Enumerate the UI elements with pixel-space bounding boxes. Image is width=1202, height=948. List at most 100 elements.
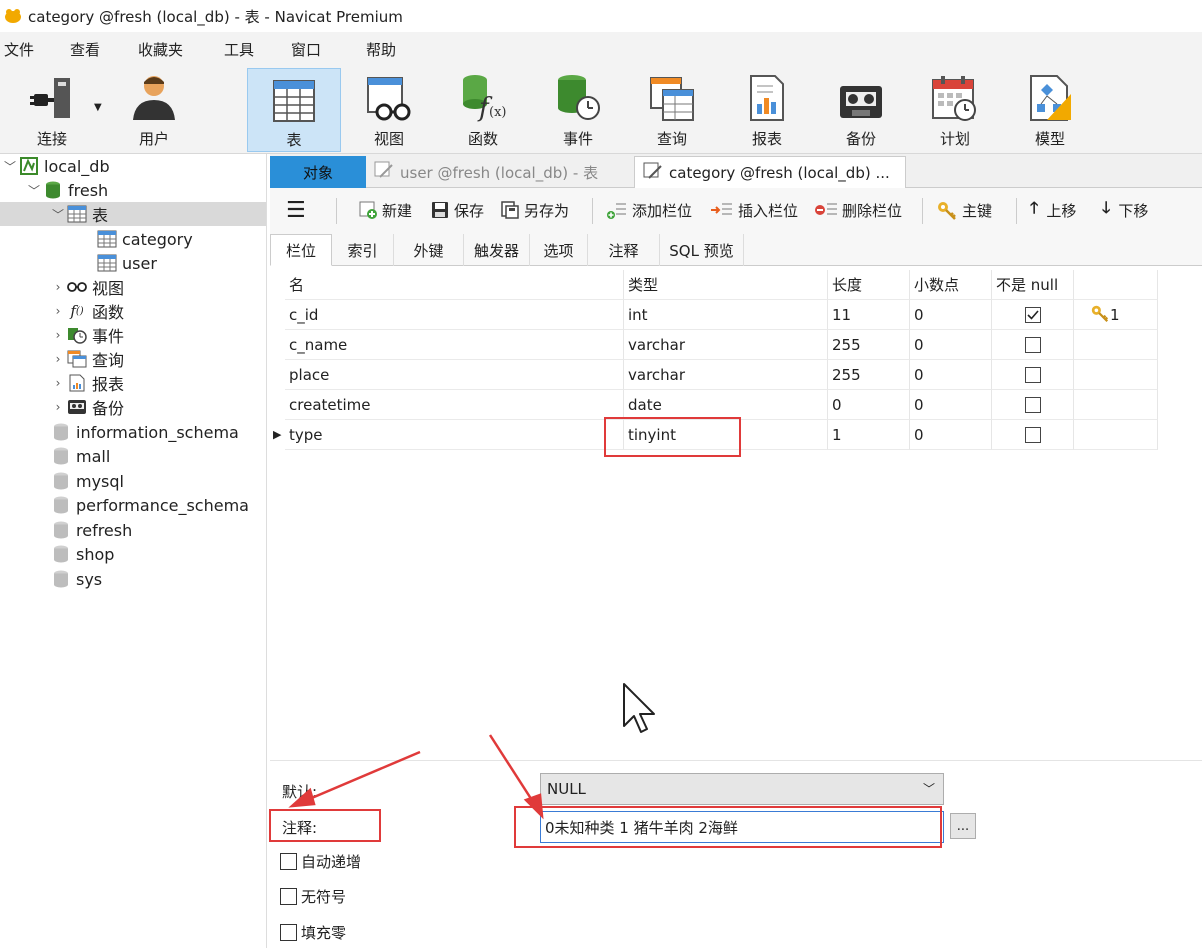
menu-tools[interactable]: 工具 — [224, 39, 254, 60]
not-null-checkbox[interactable] — [1024, 336, 1041, 353]
expand-chevron-icon[interactable]: › — [50, 328, 66, 342]
cell-length[interactable]: 0 — [828, 390, 910, 420]
function-button[interactable]: f (x) 函数 — [452, 68, 514, 152]
menu-file[interactable]: 文件 — [4, 39, 34, 60]
tree-table-category[interactable]: category — [96, 227, 193, 251]
not-null-checkbox[interactable] — [1024, 366, 1041, 383]
cell-name[interactable]: createtime — [285, 390, 624, 420]
tree-node-reports[interactable]: › 报表 — [50, 371, 124, 395]
not-null-checkbox-checked[interactable] — [1024, 306, 1041, 323]
cell-decimals[interactable]: 0 — [910, 330, 992, 360]
menu-hamburger-icon[interactable]: ☰ — [286, 188, 306, 232]
checkbox[interactable] — [280, 888, 297, 905]
cell-name[interactable]: c_id — [285, 300, 624, 330]
cell-length[interactable]: 255 — [828, 360, 910, 390]
backup-button[interactable]: 备份 — [830, 68, 892, 152]
menu-view[interactable]: 查看 — [70, 39, 100, 60]
expand-chevron-icon[interactable]: › — [50, 304, 66, 318]
cell-type[interactable]: varchar — [624, 330, 828, 360]
connect-button[interactable]: 连接 — [22, 68, 82, 152]
event-button[interactable]: 事件 — [547, 68, 609, 152]
tab-sql-preview[interactable]: SQL 预览 — [660, 234, 744, 266]
save-as-button[interactable]: 另存为 — [500, 188, 569, 232]
collapse-chevron-icon[interactable]: ﹀ — [26, 182, 42, 199]
tab-options[interactable]: 选项 — [530, 234, 588, 266]
schedule-button[interactable]: 计划 — [924, 68, 986, 152]
menu-favorites[interactable]: 收藏夹 — [138, 39, 183, 60]
tree-node-tables[interactable]: ﹀ 表 — [0, 202, 266, 226]
tree-db-fresh[interactable]: ﹀ fresh — [26, 178, 108, 202]
checkbox[interactable] — [280, 924, 297, 941]
cell-decimals[interactable]: 0 — [910, 420, 992, 450]
tree-db-information-schema[interactable]: information_schema — [50, 420, 239, 444]
column-header-name[interactable]: 名 — [285, 270, 624, 300]
not-null-checkbox[interactable] — [1024, 426, 1041, 443]
unsigned-checkbox[interactable]: 无符号 — [280, 886, 346, 907]
comment-ellipsis-button[interactable]: ... — [950, 813, 976, 839]
cell-not-null[interactable] — [992, 390, 1074, 420]
zerofill-checkbox[interactable]: 填充零 — [280, 922, 346, 943]
collapse-chevron-icon[interactable]: ﹀ — [2, 158, 18, 175]
tree-node-queries[interactable]: › 查询 — [50, 347, 124, 371]
cell-length[interactable]: 11 — [828, 300, 910, 330]
table-row[interactable]: c_id int 11 0 1 — [270, 300, 1158, 330]
cell-name[interactable]: c_name — [285, 330, 624, 360]
connect-dropdown-icon[interactable]: ▼ — [94, 102, 102, 113]
tab-objects[interactable]: 对象 — [270, 156, 366, 188]
model-button[interactable]: 模型 — [1019, 68, 1081, 152]
tree-db-performance-schema[interactable]: performance_schema — [50, 493, 249, 517]
cell-not-null[interactable] — [992, 330, 1074, 360]
column-header-not-null[interactable]: 不是 null — [992, 270, 1074, 300]
cell-not-null[interactable] — [992, 300, 1074, 330]
column-header-type[interactable]: 类型 — [624, 270, 828, 300]
cell-not-null[interactable] — [992, 360, 1074, 390]
cell-name[interactable]: type — [285, 420, 624, 450]
save-button[interactable]: 保存 — [430, 188, 484, 232]
table-row[interactable]: place varchar 255 0 — [270, 360, 1158, 390]
menu-help[interactable]: 帮助 — [366, 39, 396, 60]
primary-key-button[interactable]: 主键 — [936, 188, 992, 232]
tree-db-mysql[interactable]: mysql — [50, 469, 124, 493]
tree-db-mall[interactable]: mall — [50, 444, 110, 468]
tree-node-views[interactable]: › 视图 — [50, 275, 124, 299]
move-up-button[interactable]: 🡑 上移 — [1030, 188, 1076, 232]
tree-db-sys[interactable]: sys — [50, 567, 102, 591]
tab-foreign-keys[interactable]: 外键 — [394, 234, 464, 266]
cell-length[interactable]: 255 — [828, 330, 910, 360]
delete-field-button[interactable]: 删除栏位 — [814, 188, 902, 232]
collapse-chevron-icon[interactable]: ﹀ — [50, 206, 66, 223]
cell-length[interactable]: 1 — [828, 420, 910, 450]
cell-name[interactable]: place — [285, 360, 624, 390]
tab-comment[interactable]: 注释 — [588, 234, 660, 266]
report-button[interactable]: 报表 — [736, 68, 798, 152]
view-button[interactable]: 视图 — [358, 68, 420, 152]
chevron-down-icon[interactable]: ﹀ — [923, 780, 935, 797]
expand-chevron-icon[interactable]: › — [50, 352, 66, 366]
tree-node-functions[interactable]: › f() 函数 — [50, 299, 124, 323]
tree-node-backups[interactable]: › 备份 — [50, 395, 124, 419]
tab-fields[interactable]: 栏位 — [270, 234, 332, 266]
cell-not-null[interactable] — [992, 420, 1074, 450]
tree-table-user[interactable]: user — [96, 251, 157, 275]
column-header-decimals[interactable]: 小数点 — [910, 270, 992, 300]
tab-indexes[interactable]: 索引 — [332, 234, 394, 266]
move-down-button[interactable]: 🡓 下移 — [1102, 188, 1148, 232]
auto-increment-checkbox[interactable]: 自动递增 — [280, 851, 361, 872]
tab-user-table[interactable]: user @fresh (local_db) - 表 — [366, 156, 634, 188]
cell-decimals[interactable]: 0 — [910, 300, 992, 330]
add-field-button[interactable]: 添加栏位 — [606, 188, 692, 232]
tab-category-table[interactable]: category @fresh (local_db) ... — [634, 156, 906, 188]
cell-decimals[interactable]: 0 — [910, 390, 992, 420]
insert-field-button[interactable]: 插入栏位 — [710, 188, 798, 232]
table-row[interactable]: c_name varchar 255 0 — [270, 330, 1158, 360]
column-header-length[interactable]: 长度 — [828, 270, 910, 300]
cell-type[interactable]: int — [624, 300, 828, 330]
table-row[interactable]: createtime date 0 0 — [270, 390, 1158, 420]
tab-triggers[interactable]: 触发器 — [464, 234, 530, 266]
tree-connection-local-db[interactable]: ﹀ local_db — [2, 154, 110, 178]
expand-chevron-icon[interactable]: › — [50, 280, 66, 294]
cell-decimals[interactable]: 0 — [910, 360, 992, 390]
tree-db-refresh[interactable]: refresh — [50, 518, 132, 542]
cell-type[interactable]: varchar — [624, 360, 828, 390]
tree-node-events[interactable]: › 事件 — [50, 323, 124, 347]
